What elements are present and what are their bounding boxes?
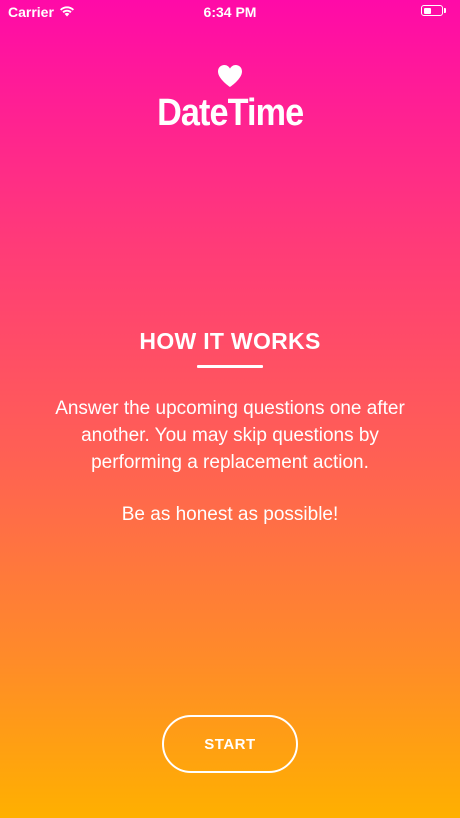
start-button[interactable]: START <box>162 715 298 773</box>
status-right <box>421 5 446 16</box>
heart-icon <box>218 65 242 87</box>
instructions-text: Answer the upcoming questions one after … <box>55 398 405 473</box>
app-logo: DateTime <box>0 64 460 135</box>
status-time: 6:34 PM <box>203 4 257 20</box>
status-bar: Carrier 6:34 PM <box>0 0 460 24</box>
how-it-works-section: HOW IT WORKS Answer the upcoming questio… <box>0 328 460 528</box>
battery-icon <box>421 5 443 16</box>
intro-screen: Carrier 6:34 PM DateTime HOW IT WORKS An… <box>0 0 460 818</box>
app-title: DateTime <box>156 92 304 134</box>
how-it-works-heading: HOW IT WORKS <box>139 328 321 354</box>
heading-divider <box>197 365 263 368</box>
honesty-note: Be as honest as possible! <box>121 504 339 525</box>
